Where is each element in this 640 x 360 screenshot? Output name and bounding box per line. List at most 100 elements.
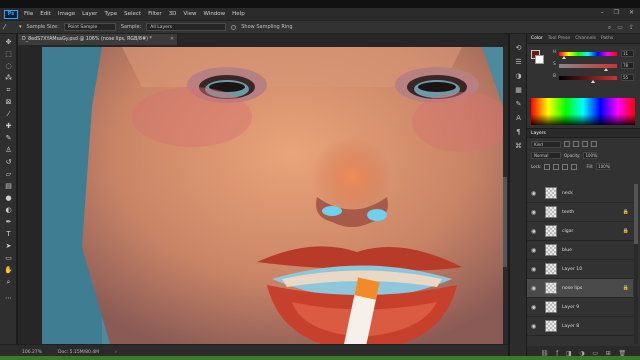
layer-row[interactable]: ◉ neck: [527, 184, 633, 203]
filter-kind-select[interactable]: Kind: [531, 140, 561, 148]
frame-tool-icon[interactable]: ⊠: [3, 98, 14, 107]
chevron-down-icon[interactable]: ▾: [19, 24, 22, 30]
menu-edit[interactable]: Edit: [40, 11, 51, 17]
layer-row-selected[interactable]: ◉ nose lips 🔒: [527, 279, 633, 298]
layer-row[interactable]: ◉ Layer 9: [527, 298, 633, 317]
sampling-ring-checkbox[interactable]: [231, 24, 237, 30]
pen-tool-icon[interactable]: ✒: [3, 218, 14, 227]
doc-size[interactable]: Doc: 5.15M/80.4M: [58, 350, 99, 355]
hand-tool-icon[interactable]: ✋: [3, 266, 14, 275]
tab-channels[interactable]: Channels: [575, 36, 596, 41]
menu-file[interactable]: File: [24, 11, 33, 17]
tab-tool-presets[interactable]: Tool Prese: [548, 36, 570, 41]
zoom-level[interactable]: 106.27%: [22, 350, 42, 355]
history-icon[interactable]: ⟲: [514, 44, 523, 52]
properties-icon[interactable]: ☰: [514, 58, 523, 66]
restore-icon[interactable]: ❐: [614, 9, 619, 16]
close-tab-icon[interactable]: ✕: [170, 37, 174, 42]
marquee-tool-icon[interactable]: ⬚: [3, 50, 14, 59]
lock-image-icon[interactable]: [553, 163, 560, 170]
crop-tool-icon[interactable]: ⌗: [3, 86, 14, 95]
filter-shape-icon[interactable]: [591, 141, 597, 147]
menu-layer[interactable]: Layer: [82, 11, 97, 17]
eyedropper-tool-icon[interactable]: ⁄: [4, 23, 14, 31]
dodge-tool-icon[interactable]: ◐: [3, 206, 14, 215]
type-tool-icon[interactable]: T: [3, 230, 14, 239]
menu-type[interactable]: Type: [104, 11, 117, 17]
blur-tool-icon[interactable]: ●: [3, 194, 14, 203]
tab-paths[interactable]: Paths: [601, 36, 613, 41]
eye-icon[interactable]: ◉: [531, 323, 539, 330]
glyphs-icon[interactable]: ⌘: [514, 142, 523, 150]
layer-row[interactable]: ◉ blue: [527, 241, 633, 260]
adjustments-icon[interactable]: ◑: [514, 72, 523, 80]
blend-mode-select[interactable]: Normal: [531, 152, 561, 159]
layer-row[interactable]: ◉ Layer 10: [527, 260, 633, 279]
document-tab[interactable]: D_8edS7XYAMsaGy.psd @ 106% (nose lips, R…: [18, 34, 178, 45]
filter-type-icon[interactable]: [582, 141, 588, 147]
menu-view[interactable]: View: [183, 11, 196, 17]
clone-stamp-icon[interactable]: ♙: [3, 146, 14, 155]
brightness-value[interactable]: 55: [621, 74, 634, 81]
eye-icon[interactable]: ◉: [531, 228, 539, 235]
menu-filter[interactable]: Filter: [148, 11, 162, 17]
eye-icon[interactable]: ◉: [531, 209, 539, 216]
search-icon[interactable]: ⌕: [608, 24, 611, 32]
scroll-thumb[interactable]: [634, 184, 638, 244]
lock-transparent-icon[interactable]: [544, 163, 551, 170]
lock-all-icon[interactable]: [571, 163, 578, 170]
layers-scrollbar[interactable]: [634, 184, 638, 344]
lasso-tool-icon[interactable]: ◌: [3, 62, 14, 71]
minimize-icon[interactable]: –: [601, 9, 604, 16]
paragraph-icon[interactable]: ¶: [514, 128, 523, 136]
filter-adjustment-icon[interactable]: [573, 141, 579, 147]
history-brush-icon[interactable]: ↺: [3, 158, 14, 167]
scroll-thumb[interactable]: [503, 177, 507, 267]
rectangle-tool-icon[interactable]: ▭: [3, 254, 14, 263]
healing-brush-icon[interactable]: ✚: [3, 122, 14, 131]
status-arrow-icon[interactable]: ›: [115, 350, 117, 355]
eyedropper-icon[interactable]: ⁄: [3, 110, 14, 119]
saturation-value[interactable]: 78: [621, 62, 634, 69]
eraser-tool-icon[interactable]: ▱: [3, 170, 14, 179]
path-select-icon[interactable]: ➤: [3, 242, 14, 251]
eye-icon[interactable]: ◉: [531, 266, 539, 273]
workspace-icon[interactable]: ▭: [617, 24, 623, 32]
layer-row[interactable]: ◉ cigar 🔒: [527, 222, 633, 241]
hue-slider[interactable]: H 11: [553, 50, 637, 59]
quick-select-tool-icon[interactable]: ⁂: [3, 74, 14, 83]
brushes-icon[interactable]: ✎: [514, 100, 523, 108]
sample-size-select[interactable]: Point Sample: [63, 23, 116, 31]
menu-help[interactable]: Help: [232, 11, 245, 17]
menu-3d[interactable]: 3D: [169, 11, 177, 17]
layer-row[interactable]: ◉ Layer 8: [527, 317, 633, 336]
move-tool-icon[interactable]: ✥: [3, 38, 14, 47]
more-tools-icon[interactable]: ⋯: [3, 294, 14, 303]
opacity-input[interactable]: 100%: [583, 152, 598, 159]
lock-position-icon[interactable]: [562, 163, 569, 170]
brush-tool-icon[interactable]: ✎: [3, 134, 14, 143]
menu-window[interactable]: Window: [203, 11, 225, 17]
hue-value[interactable]: 11: [621, 50, 634, 57]
canvas[interactable]: [42, 47, 503, 351]
menu-select[interactable]: Select: [124, 11, 141, 17]
tab-layers[interactable]: Layers: [531, 131, 546, 136]
color-panel-background[interactable]: [535, 55, 544, 64]
saturation-slider[interactable]: S 78: [553, 62, 637, 71]
libraries-icon[interactable]: ▦: [514, 86, 523, 94]
share-icon[interactable]: ⇪: [629, 24, 634, 32]
vertical-scrollbar[interactable]: [503, 47, 507, 351]
color-spectrum[interactable]: [531, 98, 635, 125]
sample-select[interactable]: All Layers: [146, 23, 227, 31]
filter-pixel-icon[interactable]: [564, 141, 570, 147]
menu-image[interactable]: Image: [58, 11, 75, 17]
tab-color[interactable]: Color: [531, 36, 543, 41]
eye-icon[interactable]: ◉: [531, 285, 539, 292]
zoom-tool-icon[interactable]: ⌕: [3, 278, 14, 287]
character-icon[interactable]: A: [514, 114, 523, 122]
eye-icon[interactable]: ◉: [531, 247, 539, 254]
fill-input[interactable]: 100%: [596, 163, 611, 170]
layer-row[interactable]: ◉ teeth 🔒: [527, 203, 633, 222]
close-icon[interactable]: ✕: [629, 9, 634, 16]
eye-icon[interactable]: ◉: [531, 190, 539, 197]
